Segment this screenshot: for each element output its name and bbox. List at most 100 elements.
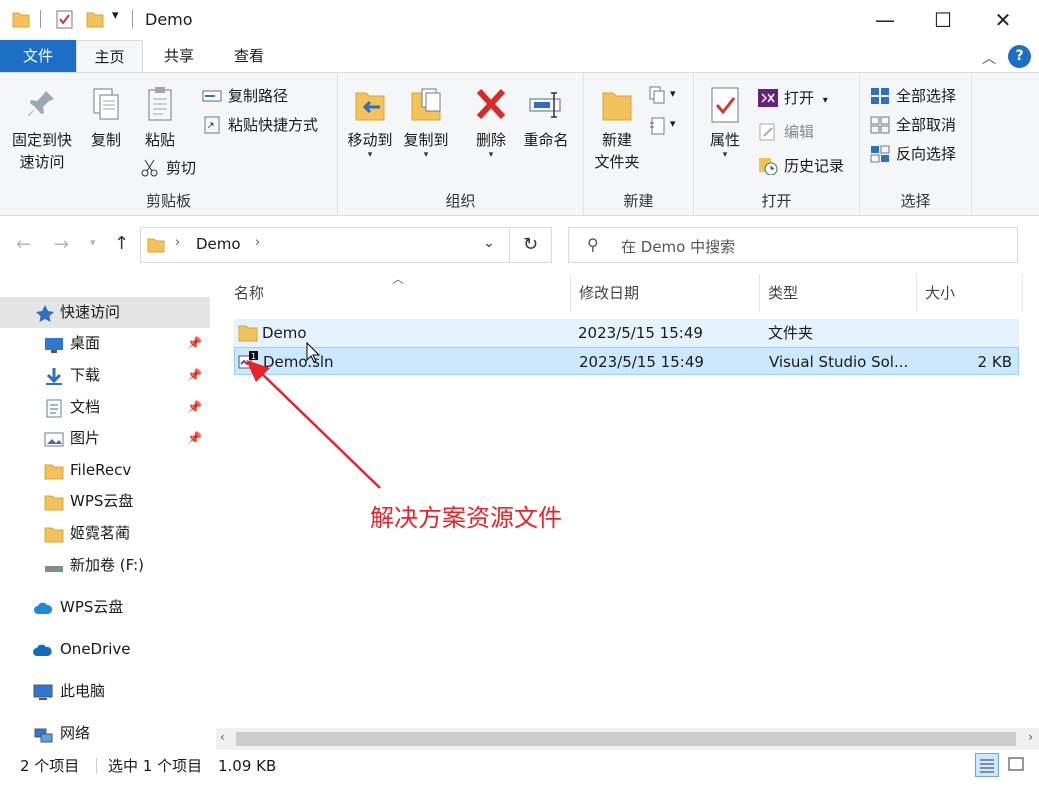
easy-access-dropdown-icon[interactable]: ▾ — [670, 117, 676, 130]
back-arrow-icon[interactable]: ← — [16, 234, 31, 255]
nav-item-downloads[interactable]: 下载 📌 — [0, 360, 210, 391]
easy-access-icon[interactable] — [648, 115, 668, 137]
paste-shortcut-label: 粘贴快捷方式 — [228, 116, 319, 134]
new-folder-button[interactable]: 新建 文件夹 — [588, 85, 646, 173]
column-header-modified[interactable]: 修改日期 — [571, 274, 760, 312]
maximize-button[interactable]: ☐ — [913, 0, 973, 40]
onedrive-cloud-icon — [33, 640, 53, 659]
window-title: Demo — [145, 10, 193, 29]
nav-item-custom-folder[interactable]: 姬霓茗蔺 — [0, 518, 210, 549]
move-to-button[interactable]: 移动到 ▾ — [344, 85, 396, 160]
move-to-icon — [352, 85, 388, 125]
edit-button[interactable]: 编辑 — [758, 119, 814, 145]
help-icon[interactable]: ? — [1008, 45, 1031, 68]
folder-icon[interactable] — [12, 9, 30, 29]
select-all-label: 全部选择 — [896, 87, 957, 105]
column-header-name[interactable]: 名称 — [226, 274, 571, 312]
copy-button[interactable]: 复制 — [84, 85, 128, 151]
nav-item-filerecv[interactable]: FileRecv — [0, 455, 210, 486]
move-to-label: 移动到 — [347, 131, 393, 149]
computer-icon — [33, 682, 53, 701]
pin-label-line2: 速访问 — [19, 153, 65, 171]
pin-icon: 📌 — [187, 400, 202, 414]
delete-button[interactable]: 删除 ▾ — [470, 85, 512, 160]
desktop-icon — [44, 334, 64, 353]
nav-quick-access-label: 快速访问 — [60, 303, 121, 321]
nav-onedrive[interactable]: OneDrive — [0, 634, 210, 665]
table-row[interactable]: Demo 2023/5/15 15:49 文件夹 — [234, 319, 1019, 347]
history-button[interactable]: 历史记录 — [758, 153, 844, 179]
recent-locations-dropdown-icon[interactable]: ▾ — [90, 236, 96, 249]
select-none-button[interactable]: 全部取消 — [870, 112, 956, 138]
minimize-button[interactable]: — — [855, 0, 915, 40]
properties-quick-icon[interactable] — [56, 9, 74, 29]
nav-wps-cloud-label: WPS云盘 — [60, 598, 124, 616]
address-dropdown-icon[interactable]: ⌄ — [483, 235, 495, 251]
edit-label: 编辑 — [784, 123, 815, 141]
breadcrumb-separator-icon[interactable]: › — [175, 235, 180, 250]
new-item-icon[interactable] — [648, 85, 668, 107]
new-group-label: 新建 — [623, 192, 654, 210]
rename-button[interactable]: 重命名 — [518, 85, 574, 151]
copy-to-button[interactable]: 复制到 ▾ — [400, 85, 452, 160]
copy-path-button[interactable]: 复制路径 — [202, 83, 288, 109]
scroll-right-icon[interactable]: › — [1028, 730, 1033, 744]
scroll-left-icon[interactable]: ‹ — [220, 730, 225, 744]
cut-button[interactable]: 剪切 — [140, 155, 196, 181]
history-label: 历史记录 — [784, 157, 845, 175]
edit-icon — [758, 123, 778, 141]
address-bar[interactable]: › Demo › ⌄ — [140, 227, 510, 263]
nav-quick-access[interactable]: 快速访问 — [0, 297, 210, 328]
large-icons-view-icon[interactable] — [1005, 753, 1029, 777]
search-box[interactable]: ⚲ 在 Demo 中搜索 — [568, 227, 1018, 263]
new-folder-quick-icon[interactable] — [86, 9, 104, 29]
forward-arrow-icon[interactable]: → — [54, 234, 69, 255]
search-input[interactable]: 在 Demo 中搜索 — [621, 236, 735, 257]
close-button[interactable]: ✕ — [973, 0, 1033, 40]
invert-selection-button[interactable]: 反向选择 — [870, 141, 956, 167]
column-header-size[interactable]: 大小 — [917, 274, 1023, 312]
details-view-icon[interactable] — [975, 753, 999, 777]
tab-share[interactable]: 共享 — [150, 40, 208, 73]
collapse-ribbon-icon[interactable]: ︿ — [982, 48, 996, 68]
nav-wps-cloud[interactable]: WPS云盘 — [0, 592, 210, 623]
refresh-button[interactable]: ↻ — [510, 227, 552, 263]
title-bar: ▾ Demo — ☐ ✕ — [0, 0, 1039, 40]
new-group: 新建 文件夹 ▾ ▾ 新建 — [584, 73, 694, 215]
open-button[interactable]: 打开 ▾ — [758, 85, 828, 111]
scrollbar-thumb[interactable] — [236, 732, 1016, 746]
properties-button[interactable]: 属性 ▾ — [702, 85, 748, 160]
nav-network-label: 网络 — [60, 724, 91, 742]
tab-home[interactable]: 主页 — [76, 40, 143, 74]
nav-network[interactable]: 网络 — [0, 718, 210, 749]
properties-check-icon — [707, 85, 743, 125]
column-header-type[interactable]: 类型 — [760, 274, 917, 312]
tab-file[interactable]: 文件 — [0, 40, 76, 73]
status-item-count: 2 个项目 — [20, 757, 80, 775]
tab-view[interactable]: 查看 — [218, 40, 280, 73]
nav-item-drive-f[interactable]: 新加卷 (F:) — [0, 550, 210, 581]
ribbon-tabs: 文件 主页 共享 查看 ︿ ? — [0, 40, 1039, 74]
breadcrumb-demo[interactable]: Demo — [196, 235, 241, 253]
new-item-dropdown-icon[interactable]: ▾ — [670, 87, 676, 100]
properties-dropdown-icon: ▾ — [722, 150, 728, 160]
nav-item-label: 图片 — [70, 429, 101, 447]
nav-this-pc[interactable]: 此电脑 — [0, 676, 210, 707]
nav-item-wps-folder[interactable]: WPS云盘 — [0, 486, 210, 517]
delete-x-icon — [473, 85, 509, 125]
breadcrumb-separator-icon[interactable]: › — [255, 235, 260, 250]
horizontal-scrollbar[interactable]: ‹ › — [216, 728, 1039, 750]
nav-item-desktop[interactable]: 桌面 📌 — [0, 328, 210, 359]
annotation-text: 解决方案资源文件 — [370, 504, 562, 532]
paste-button[interactable]: 粘贴 — [136, 85, 184, 151]
up-arrow-icon[interactable]: ↑ — [114, 233, 129, 254]
quick-access-toolbar-dropdown-icon[interactable]: ▾ — [112, 8, 119, 23]
select-none-icon — [870, 116, 890, 134]
nav-item-documents[interactable]: 文档 📌 — [0, 392, 210, 423]
star-icon — [35, 303, 55, 322]
pin-to-quick-access-button[interactable]: 固定到快 速访问 — [4, 85, 80, 173]
paste-shortcut-button[interactable]: 粘贴快捷方式 — [202, 112, 318, 138]
select-all-button[interactable]: 全部选择 — [870, 83, 956, 109]
nav-item-pictures[interactable]: 图片 📌 — [0, 423, 210, 454]
cut-label: 剪切 — [166, 159, 197, 177]
